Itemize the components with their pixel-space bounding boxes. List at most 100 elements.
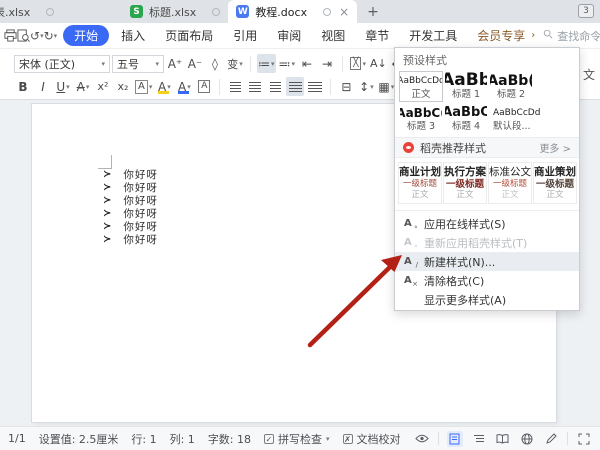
grow-font-button[interactable]: A⁺: [166, 54, 184, 73]
margin-setting-value[interactable]: 设置值: 2.5厘米: [39, 431, 119, 447]
word-file-icon: W: [236, 5, 249, 18]
style-heading-3[interactable]: AaBbC( 标题 3: [399, 103, 443, 134]
close-tab-icon[interactable]: ×: [339, 5, 349, 19]
new-tab-button[interactable]: +: [357, 0, 389, 23]
strikethrough-button[interactable]: A▾: [74, 77, 92, 96]
line-spacing-icon[interactable]: ↕▾: [357, 77, 375, 96]
outline-view-icon[interactable]: [471, 431, 487, 447]
font-color-button[interactable]: A▾: [175, 77, 193, 96]
character-shading-icon[interactable]: A: [195, 77, 213, 96]
decrease-indent-icon[interactable]: ⇤: [298, 54, 316, 73]
text-effects-icon[interactable]: A▾: [134, 77, 153, 96]
menu-reapply-docer-style[interactable]: A∘ 重新应用稻壳样式(T): [395, 233, 579, 252]
template-card-execution-plan[interactable]: 执行方案 一级标题 正文: [443, 162, 487, 204]
fit-page-icon[interactable]: [576, 431, 592, 447]
highlight-color-button[interactable]: A▾: [155, 77, 173, 96]
align-right-icon[interactable]: [266, 77, 284, 96]
list-item[interactable]: ≻你好呀: [103, 233, 158, 246]
chevron-down-icon: ▾: [271, 60, 275, 68]
tab-developer[interactable]: 开发工具: [401, 25, 465, 46]
tab-pin-icon[interactable]: [46, 8, 54, 16]
card-body: 正文: [489, 190, 531, 201]
file-tab-title-xlsx[interactable]: S 标题.xlsx: [122, 0, 228, 23]
superscript-button[interactable]: x²: [94, 77, 112, 96]
numbered-list-button[interactable]: ≕▾: [278, 54, 297, 73]
file-tab-sales[interactable]: 销售表.xlsx: [0, 0, 122, 23]
spell-check-toggle[interactable]: ✓ 拼写检查 ▾: [264, 431, 330, 447]
underline-glyph: U: [56, 80, 65, 94]
docer-more-link[interactable]: 更多 >: [539, 140, 571, 155]
read-mode-icon[interactable]: [495, 431, 511, 447]
style-default-paragraph[interactable]: AaBbCcDd 默认段...: [489, 103, 547, 134]
docer-recommend-label: 稻壳推荐样式: [420, 140, 486, 156]
bullet-list-button[interactable]: ≔▾: [257, 54, 276, 73]
align-center-glyph: [249, 82, 261, 92]
menu-apply-online-style[interactable]: A∘ 应用在线样式(S): [395, 214, 579, 233]
tab-insert[interactable]: 插入: [113, 25, 153, 46]
card-subtitle: 一级标题: [444, 179, 486, 190]
file-tab-label: 销售表.xlsx: [0, 4, 30, 20]
print-icon[interactable]: [4, 27, 17, 45]
template-card-business-strategy[interactable]: 商业策划 一级标题 正文: [533, 162, 577, 204]
sort-icon[interactable]: A↓: [369, 54, 388, 73]
tab-pin-icon[interactable]: [323, 8, 331, 16]
subscript-button[interactable]: x₂: [114, 77, 132, 96]
tab-view[interactable]: 视图: [313, 25, 353, 46]
menu-clear-format[interactable]: A× 清除格式(C): [395, 271, 579, 290]
menu-show-more-styles[interactable]: 显示更多样式(A): [395, 290, 579, 309]
eye-protection-icon[interactable]: [414, 431, 430, 447]
bold-button[interactable]: B: [14, 77, 32, 96]
font-size-select[interactable]: 五号 ▾: [112, 55, 164, 73]
asian-layout-icon[interactable]: ╳▾: [349, 54, 367, 73]
file-tab-label: 教程.docx: [255, 4, 307, 20]
style-heading-1[interactable]: AaBb 标题 1: [444, 71, 488, 102]
tab-section[interactable]: 章节: [357, 25, 397, 46]
window-list-badge[interactable]: 3: [578, 4, 594, 18]
menu-new-style[interactable]: A/ 新建样式(N)...: [395, 252, 579, 271]
style-label: 正文: [411, 89, 430, 101]
text-transform-icon[interactable]: 变▾: [226, 54, 244, 73]
file-tab-tutorial-docx[interactable]: W 教程.docx ×: [228, 0, 357, 23]
document-proofing-button[interactable]: ✗ 文档校对: [343, 431, 401, 447]
underline-button[interactable]: U▾: [54, 77, 72, 96]
bullet-list-glyph: ≔: [258, 57, 270, 71]
clear-format-icon[interactable]: ◊: [206, 54, 224, 73]
tab-page-layout[interactable]: 页面布局: [157, 25, 221, 46]
shrink-font-button[interactable]: A⁻: [186, 54, 204, 73]
paragraph-layout-icon[interactable]: ⊟: [337, 77, 355, 96]
page-indicator[interactable]: 1/1: [8, 432, 26, 445]
template-card-official-document[interactable]: 标准公文 一级标题 正文: [488, 162, 532, 204]
toolbar-customize-caret-icon[interactable]: ▾: [54, 32, 58, 40]
tab-pin-icon[interactable]: [212, 8, 220, 16]
card-subtitle: 一级标题: [489, 179, 531, 190]
member-more-icon[interactable]: ›: [531, 30, 535, 41]
ribbon-tabs: 开始 插入 页面布局 引用 审阅 视图 章节 开发工具 会员专享 ›: [63, 25, 539, 46]
font-name-select[interactable]: 宋体 (正文) ▾: [14, 55, 110, 73]
tab-member-exclusive[interactable]: 会员专享: [469, 25, 527, 46]
command-search[interactable]: 查找命令、搜索模板: [543, 28, 600, 44]
style-heading-2[interactable]: AaBb( 标题 2: [489, 71, 533, 102]
style-preview: AaBbCcDd: [493, 106, 540, 121]
tab-home[interactable]: 开始: [63, 25, 109, 46]
redo-icon[interactable]: ↻: [44, 27, 54, 45]
align-left-icon[interactable]: [226, 77, 244, 96]
align-center-icon[interactable]: [246, 77, 264, 96]
template-card-business-plan[interactable]: 商业计划 一级标题 正文: [398, 162, 442, 204]
word-count[interactable]: 字数: 18: [208, 431, 251, 447]
justify-icon[interactable]: [286, 77, 304, 96]
distribute-icon[interactable]: [306, 77, 324, 96]
tab-references[interactable]: 引用: [225, 25, 265, 46]
undo-icon[interactable]: ↺: [30, 27, 40, 45]
page-view-icon[interactable]: [447, 431, 463, 447]
web-layout-icon[interactable]: [519, 431, 535, 447]
style-heading-4[interactable]: AaBbC 标题 4: [444, 103, 488, 134]
chevron-down-icon: ▾: [370, 83, 374, 91]
increase-indent-icon[interactable]: ⇥: [318, 54, 336, 73]
print-preview-icon[interactable]: [17, 27, 30, 45]
tab-review[interactable]: 审阅: [269, 25, 309, 46]
style-normal[interactable]: AaBbCcDd 正文: [399, 71, 443, 102]
italic-button[interactable]: I: [34, 77, 52, 96]
ink-pen-icon[interactable]: [543, 431, 559, 447]
shading-icon[interactable]: ▦▾: [377, 77, 395, 96]
style-preview: AaBb: [444, 72, 488, 89]
